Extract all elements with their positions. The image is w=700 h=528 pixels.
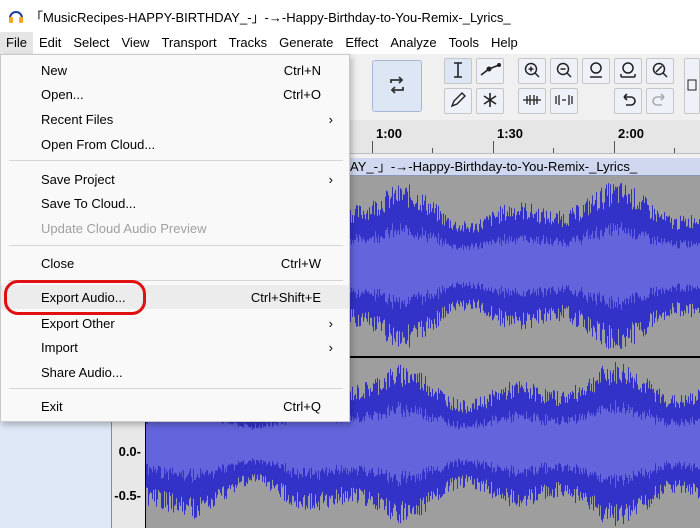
menu-transport[interactable]: Transport <box>155 32 222 54</box>
zoom-out-button[interactable] <box>550 58 578 84</box>
menu-item-update-cloud-preview: Update Cloud Audio Preview <box>1 216 349 240</box>
menu-item-label: Update Cloud Audio Preview <box>41 220 207 236</box>
selection-tool-button[interactable] <box>444 58 472 84</box>
zoom-selection-icon <box>587 61 605 82</box>
undo-icon <box>619 91 637 112</box>
menu-item-recent-files[interactable]: Recent Files › <box>1 107 349 131</box>
ruler-label: 1:00 <box>376 126 403 141</box>
menu-separator <box>9 160 343 161</box>
fit-project-button[interactable] <box>614 58 642 84</box>
ruler-label: 1:30 <box>497 126 524 141</box>
zoom-in-button[interactable] <box>518 58 546 84</box>
menu-view[interactable]: View <box>116 32 156 54</box>
menu-item-exit[interactable]: Exit Ctrl+Q <box>1 394 349 418</box>
vertical-scale: 0.0- -0.5- <box>112 420 146 528</box>
silence-button[interactable] <box>550 88 578 114</box>
track-control-panel[interactable] <box>0 420 112 528</box>
menu-select[interactable]: Select <box>67 32 115 54</box>
menu-item-label: Export Other <box>41 315 115 331</box>
toolbar-overflow-button[interactable] <box>684 58 700 114</box>
zoom-toggle-button[interactable] <box>646 58 674 84</box>
fit-selection-button[interactable] <box>582 58 610 84</box>
menu-item-label: New <box>41 62 68 78</box>
envelope-icon <box>479 61 501 82</box>
zoom-out-icon <box>555 61 573 82</box>
submenu-arrow-icon: › <box>328 315 333 331</box>
trim-icon <box>522 93 542 110</box>
menu-item-label: Recent Files <box>41 111 114 127</box>
window-title: 「MusicRecipes-HAPPY-BIRTHDAY_-」-→-Happy-… <box>30 9 511 25</box>
menu-item-label: Exit <box>41 398 63 414</box>
menu-item-label: Open... <box>41 86 84 102</box>
ruler-tick <box>614 141 615 153</box>
toolbar <box>350 54 700 120</box>
zoom-fit-icon <box>619 61 637 82</box>
menu-item-label: Import <box>41 339 78 355</box>
ruler-tick <box>493 141 494 153</box>
zoom-toggle-icon <box>651 61 669 82</box>
menu-item-save-project[interactable]: Save Project › <box>1 167 349 191</box>
scale-label: 0.0- <box>118 444 141 459</box>
redo-button[interactable] <box>646 88 674 114</box>
highlight-annotation <box>4 280 146 315</box>
box-icon <box>687 79 697 94</box>
silence-icon <box>554 93 574 110</box>
menu-help[interactable]: Help <box>485 32 524 54</box>
undo-button[interactable] <box>614 88 642 114</box>
shortcut-label: Ctrl+W <box>280 255 321 271</box>
shortcut-label: Ctrl+O <box>283 86 321 102</box>
multi-tool-button[interactable] <box>476 88 504 114</box>
menu-item-label: Save To Cloud... <box>41 195 137 211</box>
menu-item-label: Save Project <box>41 171 115 187</box>
scale-label: -0.5- <box>114 488 141 503</box>
zoom-in-icon <box>523 61 541 82</box>
menu-item-new[interactable]: New Ctrl+N <box>1 58 349 82</box>
clip-title-bar[interactable]: AY_-」-→-Happy-Birthday-to-You-Remix-_Lyr… <box>346 158 700 176</box>
menu-analyze[interactable]: Analyze <box>384 32 442 54</box>
shortcut-label: Ctrl+N <box>283 62 321 78</box>
loop-icon <box>386 74 408 99</box>
shortcut-label: Ctrl+Q <box>283 398 321 414</box>
ruler-tick <box>674 148 675 153</box>
envelope-tool-button[interactable] <box>476 58 504 84</box>
redo-icon <box>651 91 669 112</box>
menu-edit[interactable]: Edit <box>33 32 67 54</box>
ruler-label: 2:00 <box>618 126 645 141</box>
timeline-ruler[interactable]: 1:00 1:30 2:00 <box>350 120 700 154</box>
menu-file[interactable]: File <box>0 32 33 54</box>
menu-item-open-from-cloud[interactable]: Open From Cloud... <box>1 132 349 156</box>
menu-bar: File Edit Select View Transport Tracks G… <box>0 32 700 54</box>
title-bar: 「MusicRecipes-HAPPY-BIRTHDAY_-」-→-Happy-… <box>0 0 700 32</box>
pencil-icon <box>449 91 467 112</box>
loop-button[interactable] <box>372 60 422 112</box>
menu-separator <box>9 245 343 246</box>
menu-separator <box>9 388 343 389</box>
audacity-icon <box>6 6 26 26</box>
menu-tools[interactable]: Tools <box>443 32 485 54</box>
draw-tool-button[interactable] <box>444 88 472 114</box>
ibeam-icon <box>451 61 465 82</box>
ruler-tick <box>432 148 433 153</box>
submenu-arrow-icon: › <box>328 339 333 355</box>
menu-item-share-audio[interactable]: Share Audio... <box>1 360 349 384</box>
menu-effect[interactable]: Effect <box>339 32 384 54</box>
asterisk-icon <box>481 91 499 112</box>
menu-item-open[interactable]: Open... Ctrl+O <box>1 82 349 106</box>
menu-item-import[interactable]: Import › <box>1 335 349 359</box>
shortcut-label: Ctrl+Shift+E <box>250 289 321 305</box>
menu-tracks[interactable]: Tracks <box>223 32 274 54</box>
file-menu: New Ctrl+N Open... Ctrl+O Recent Files ›… <box>0 54 350 422</box>
menu-item-label: Open From Cloud... <box>41 136 156 152</box>
menu-item-label: Close <box>41 255 75 271</box>
menu-item-save-to-cloud[interactable]: Save To Cloud... <box>1 191 349 215</box>
menu-item-close[interactable]: Close Ctrl+W <box>1 251 349 275</box>
ruler-tick <box>553 148 554 153</box>
trim-button[interactable] <box>518 88 546 114</box>
ruler-tick <box>372 141 373 153</box>
submenu-arrow-icon: › <box>328 111 333 127</box>
menu-item-label: Share Audio... <box>41 364 123 380</box>
menu-generate[interactable]: Generate <box>273 32 339 54</box>
submenu-arrow-icon: › <box>328 171 333 187</box>
